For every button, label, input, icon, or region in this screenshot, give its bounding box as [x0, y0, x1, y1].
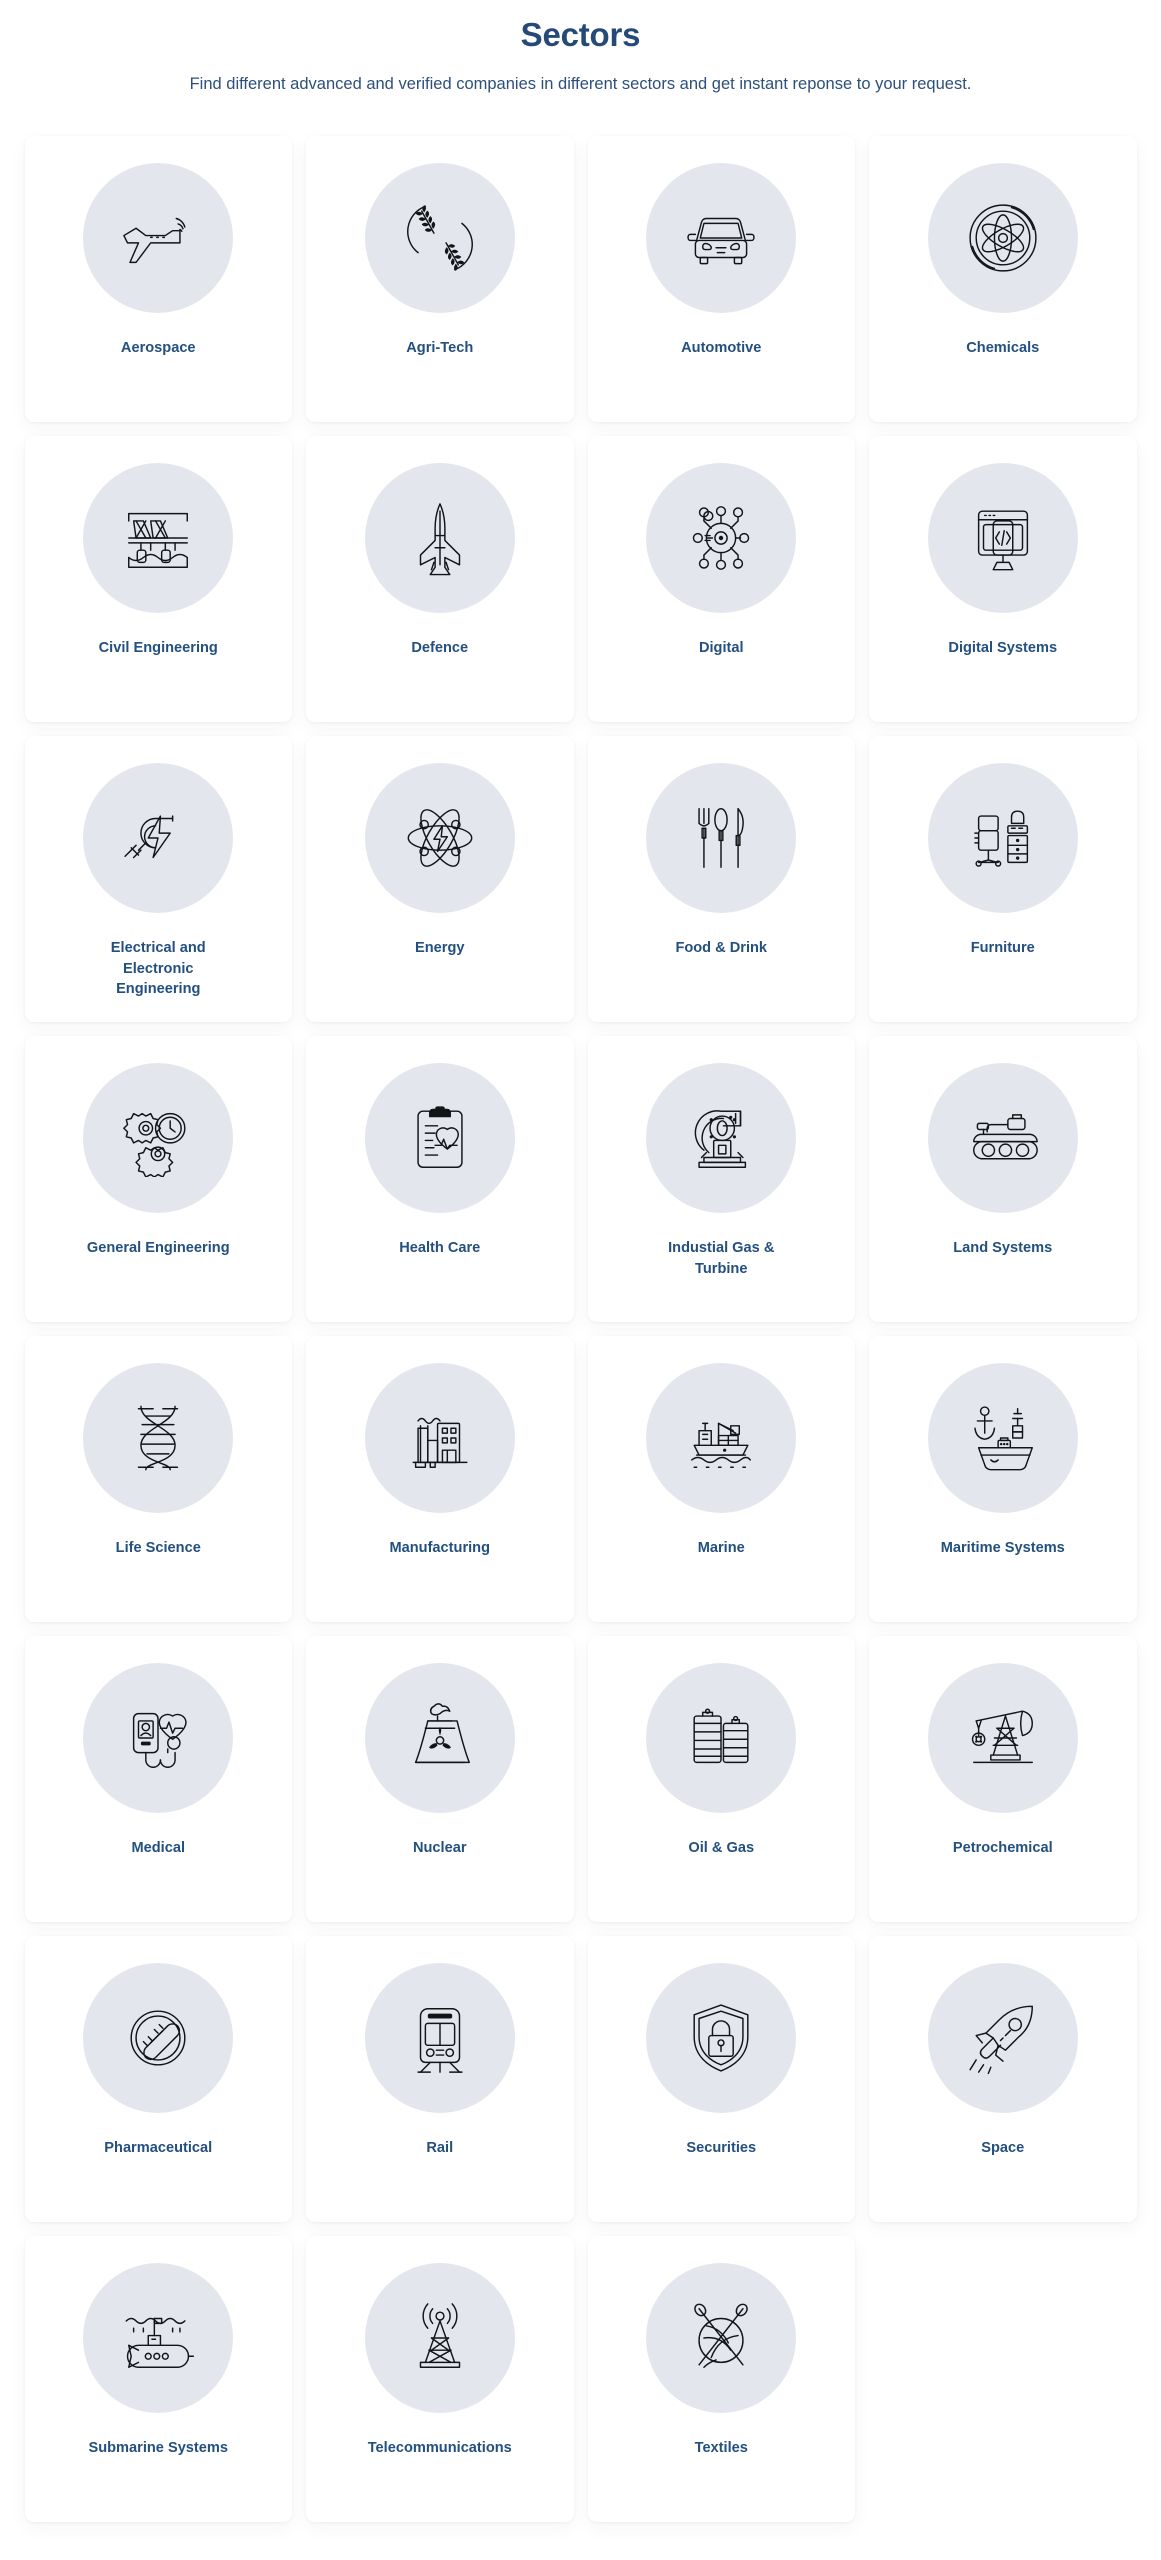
fighter-jet-icon: [364, 462, 515, 613]
sector-card[interactable]: Nuclear: [306, 1635, 574, 1922]
sector-card[interactable]: Marine: [587, 1335, 855, 1622]
sector-label: Telecommunications: [367, 2439, 512, 2456]
sector-label: Space: [981, 2139, 1025, 2156]
sector-label: Life Science: [115, 1539, 201, 1556]
sector-label: Industial Gas & Turbine: [668, 1239, 775, 1277]
sector-card[interactable]: Petrochemical: [869, 1635, 1137, 1922]
sector-card[interactable]: General Engineering: [24, 1035, 292, 1322]
car-front-icon: [646, 162, 797, 313]
bridge-icon: [83, 462, 234, 613]
shield-lock-icon: [646, 1962, 797, 2113]
sector-label: Agri-Tech: [406, 339, 474, 356]
network-node-icon: [646, 462, 797, 613]
sector-label: Civil Engineering: [98, 639, 218, 656]
wheat-wreath-icon: [364, 162, 515, 313]
anchor-ship-icon: [927, 1362, 1078, 1513]
plug-bolt-icon: [83, 762, 234, 913]
cargo-ship-icon: [646, 1362, 797, 1513]
sector-card[interactable]: Space: [869, 1935, 1137, 2222]
sector-label: Marine: [697, 1539, 745, 1556]
sector-card[interactable]: Electrical and Electronic Engineering: [24, 735, 292, 1022]
airplane-icon: [83, 162, 234, 313]
office-furniture-icon: [927, 762, 1078, 913]
cutlery-icon: [646, 762, 797, 913]
sector-card[interactable]: Maritime Systems: [869, 1335, 1137, 1622]
sector-label: Furniture: [970, 939, 1035, 956]
gears-clock-icon: [83, 1062, 234, 1213]
sector-label: Defence: [411, 639, 469, 656]
monitor-code-icon: [927, 462, 1078, 613]
sector-card[interactable]: Rail: [306, 1935, 574, 2222]
sector-label: Aerospace: [120, 339, 196, 356]
sector-label: Digital Systems: [948, 639, 1058, 656]
sector-card[interactable]: Defence: [306, 435, 574, 722]
sector-label: Medical: [131, 1839, 186, 1856]
sector-label: Food & Drink: [675, 939, 768, 956]
sector-label: Automotive: [681, 339, 762, 356]
atom-bolt-icon: [364, 762, 515, 913]
sector-label: Electrical and Electronic Engineering: [110, 939, 206, 998]
submarine-icon: [83, 2262, 234, 2413]
sector-card[interactable]: Medical: [24, 1635, 292, 1922]
clipboard-heartbeat-icon: [364, 1062, 515, 1213]
medical-monitor-icon: [83, 1662, 234, 1813]
sector-label: General Engineering: [86, 1239, 230, 1256]
sector-card[interactable]: Energy: [306, 735, 574, 1022]
sector-label: Oil & Gas: [688, 1839, 755, 1856]
sector-card[interactable]: Automotive: [587, 135, 855, 422]
sector-card[interactable]: Digital Systems: [869, 435, 1137, 722]
atom-circle-icon: [927, 162, 1078, 313]
tank-icon: [927, 1062, 1078, 1213]
sector-card[interactable]: Pharmaceutical: [24, 1935, 292, 2222]
sector-label: Maritime Systems: [940, 1539, 1065, 1556]
sector-card[interactable]: Land Systems: [869, 1035, 1137, 1322]
sector-card[interactable]: Furniture: [869, 735, 1137, 1022]
sector-label: Land Systems: [953, 1239, 1053, 1256]
sector-label: Manufacturing: [389, 1539, 491, 1556]
page-title: Sectors: [520, 16, 641, 53]
sector-card[interactable]: Civil Engineering: [24, 435, 292, 722]
pill-capsule-icon: [83, 1962, 234, 2113]
sector-card[interactable]: Industial Gas & Turbine: [587, 1035, 855, 1322]
sector-card[interactable]: Aerospace: [24, 135, 292, 422]
rocket-icon: [927, 1962, 1078, 2113]
sector-card[interactable]: Life Science: [24, 1335, 292, 1622]
sector-label: Energy: [415, 939, 465, 956]
sector-card[interactable]: Health Care: [306, 1035, 574, 1322]
train-icon: [364, 1962, 515, 2113]
sector-card[interactable]: Oil & Gas: [587, 1635, 855, 1922]
sector-card[interactable]: Manufacturing: [306, 1335, 574, 1622]
sector-label: Securities: [686, 2139, 757, 2156]
cooling-tower-icon: [364, 1662, 515, 1813]
sector-card[interactable]: Digital: [587, 435, 855, 722]
turbine-icon: [646, 1062, 797, 1213]
page-subtitle: Find different advanced and verified com…: [189, 75, 972, 94]
factory-icon: [364, 1362, 515, 1513]
yarn-needles-icon: [646, 2262, 797, 2413]
sector-label: Chemicals: [966, 339, 1040, 356]
dna-icon: [83, 1362, 234, 1513]
sector-grid: Aerospace Agri-Tech Automotive Chemicals…: [24, 98, 1137, 2522]
sector-card[interactable]: Textiles: [587, 2235, 855, 2522]
sector-label: Rail: [426, 2139, 454, 2156]
pumpjack-icon: [927, 1662, 1078, 1813]
sectors-page: Sectors Find different advanced and veri…: [0, 0, 1161, 2560]
sector-label: Petrochemical: [952, 1839, 1053, 1856]
sector-card[interactable]: Chemicals: [869, 135, 1137, 422]
sector-card[interactable]: Submarine Systems: [24, 2235, 292, 2522]
sector-label: Textiles: [694, 2439, 748, 2456]
sector-card[interactable]: Telecommunications: [306, 2235, 574, 2522]
sector-label: Pharmaceutical: [104, 2139, 213, 2156]
sector-label: Digital: [698, 639, 744, 656]
page-header: Sectors Find different advanced and veri…: [0, 0, 1161, 98]
radio-tower-icon: [364, 2262, 515, 2413]
sector-label: Nuclear: [412, 1839, 467, 1856]
sector-card[interactable]: Agri-Tech: [306, 135, 574, 422]
sector-card[interactable]: Securities: [587, 1935, 855, 2222]
oil-barrels-icon: [646, 1662, 797, 1813]
sector-card[interactable]: Food & Drink: [587, 735, 855, 1022]
sector-label: Health Care: [399, 1239, 481, 1256]
sector-label: Submarine Systems: [88, 2439, 228, 2456]
